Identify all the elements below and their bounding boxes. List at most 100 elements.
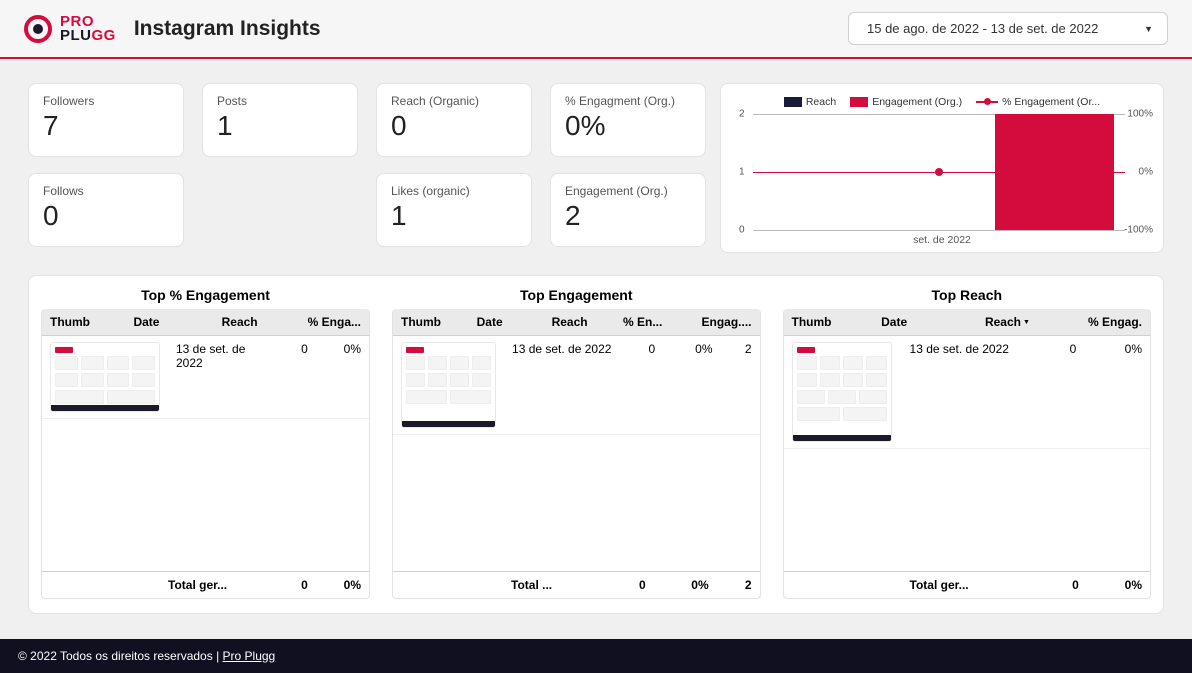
kpi-value: 0: [43, 200, 169, 232]
y2-tick: -100%: [1124, 225, 1153, 236]
totals-pct-eng: 0%: [316, 572, 369, 599]
table-row[interactable]: 13 de set. de 2022 0 0% 2: [393, 336, 760, 435]
table-top-pct-engagement: Thumb Date Reach % Enga... 13 de set. de…: [41, 309, 370, 599]
col-pct-eng[interactable]: % Engag.: [1038, 309, 1150, 336]
cell-date: 13 de set. de 2022: [168, 336, 280, 419]
table-row[interactable]: 13 de set. de 2022 0 0%: [784, 336, 1151, 449]
thumbnail-icon: [50, 342, 160, 412]
kpi-label: Likes (organic): [391, 184, 517, 198]
totals-pct-eng: 0%: [654, 572, 717, 599]
table-top-engagement: Thumb Date Reach % En... Engag.... 13 de…: [392, 309, 761, 599]
col-date[interactable]: Date: [873, 309, 940, 336]
kpi-followers: Followers 7: [28, 83, 184, 157]
totals-reach: 0: [280, 572, 316, 599]
cell-reach: 0: [1040, 336, 1085, 449]
totals-reach: 0: [611, 572, 654, 599]
y2-tick: 100%: [1127, 109, 1153, 120]
totals-label: Total ger...: [160, 572, 280, 599]
footer: © 2022 Todos os direitos reservados | Pr…: [0, 639, 1192, 673]
kpi-engagement-org: Engagement (Org.) 2: [550, 173, 706, 247]
header: PRO PLUGG Instagram Insights 15 de ago. …: [0, 0, 1192, 59]
table-totals: Total ger... 0 0%: [784, 572, 1151, 599]
kpi-label: % Engagment (Org.): [565, 94, 691, 108]
totals-pct-eng: 0%: [1087, 572, 1150, 599]
cell-reach: 0: [280, 336, 316, 419]
kpi-value: 0: [391, 110, 517, 142]
logo-mark-icon: [24, 15, 52, 43]
chart-plot[interactable]: 2 1 0 100% 0% -100%: [753, 114, 1125, 230]
totals-eng: 2: [717, 572, 760, 599]
kpi-reach-organic: Reach (Organic) 0: [376, 83, 532, 157]
kpi-value: 2: [565, 200, 691, 232]
y-tick: 0: [739, 225, 745, 236]
kpi-label: Followers: [43, 94, 169, 108]
kpi-value: 1: [391, 200, 517, 232]
logo[interactable]: PRO PLUGG: [24, 15, 116, 43]
page-title: Instagram Insights: [134, 17, 321, 41]
kpi-label: Follows: [43, 184, 169, 198]
kpi-label: Posts: [217, 94, 343, 108]
table-title: Top Reach: [783, 284, 1152, 309]
cell-reach: 0: [624, 336, 663, 435]
kpi-value: 1: [217, 110, 343, 142]
tables-row: Top % Engagement Thumb Date Reach % Enga…: [28, 275, 1164, 614]
col-pct-eng[interactable]: % En...: [596, 309, 671, 336]
table-title: Top % Engagement: [41, 284, 370, 309]
kpi-posts: Posts 1: [202, 83, 358, 157]
y-tick: 2: [739, 109, 745, 120]
thumbnail-icon: [792, 342, 892, 442]
cell-pct-eng: 0%: [663, 336, 720, 435]
col-reach[interactable]: Reach▼: [940, 309, 1038, 336]
legend-reach[interactable]: Reach: [784, 96, 836, 108]
caret-down-icon: ▼: [1144, 24, 1153, 34]
kpi-label: Engagement (Org.): [565, 184, 691, 198]
date-range-picker[interactable]: 15 de ago. de 2022 - 13 de set. de 2022 …: [848, 12, 1168, 45]
chart-legend: Reach Engagement (Org.) % Engagement (Or…: [735, 96, 1149, 108]
col-pct-eng[interactable]: % Enga...: [266, 309, 369, 336]
sort-desc-icon: ▼: [1023, 319, 1030, 326]
logo-text: PRO PLUGG: [60, 15, 116, 42]
kpi-pct-engagement-org: % Engagment (Org.) 0%: [550, 83, 706, 157]
kpi-grid: Followers 7 Posts 1 Reach (Organic) 0 % …: [28, 83, 706, 247]
kpi-label: Reach (Organic): [391, 94, 517, 108]
cell-eng: 2: [721, 336, 760, 435]
col-thumb[interactable]: Thumb: [784, 309, 874, 336]
chart-point: [935, 168, 943, 176]
col-reach[interactable]: Reach: [188, 309, 266, 336]
totals-label: Total ...: [503, 572, 611, 599]
col-date[interactable]: Date: [125, 309, 188, 336]
thumbnail-icon: [401, 342, 496, 428]
footer-text: © 2022 Todos os direitos reservados |: [18, 649, 223, 663]
square-icon: [850, 97, 868, 107]
kpi-likes-organic: Likes (organic) 1: [376, 173, 532, 247]
main: Followers 7 Posts 1 Reach (Organic) 0 % …: [0, 59, 1192, 639]
col-eng[interactable]: Engag....: [670, 309, 759, 336]
cell-pct-eng: 0%: [1084, 336, 1150, 449]
table-totals: Total ... 0 0% 2: [393, 572, 760, 599]
date-range-value: 15 de ago. de 2022 - 13 de set. de 2022: [867, 21, 1098, 36]
kpi-follows: Follows 0: [28, 173, 184, 247]
cell-pct-eng: 0%: [316, 336, 369, 419]
col-thumb[interactable]: Thumb: [393, 309, 469, 336]
legend-pct-engagement[interactable]: % Engagement (Or...: [976, 96, 1100, 108]
square-icon: [784, 97, 802, 107]
line-marker-icon: [976, 101, 998, 103]
table-top-reach: Thumb Date Reach▼ % Engag. 13 de set. de…: [783, 309, 1152, 599]
kpi-value: 0%: [565, 110, 691, 142]
table-totals: Total ger... 0 0%: [42, 572, 369, 599]
col-thumb[interactable]: Thumb: [42, 309, 125, 336]
table-row[interactable]: 13 de set. de 2022 0 0%: [42, 336, 369, 419]
footer-link[interactable]: Pro Plugg: [223, 649, 276, 663]
table-title: Top Engagement: [392, 284, 761, 309]
chart-card: Reach Engagement (Org.) % Engagement (Or…: [720, 83, 1164, 253]
totals-reach: 0: [1044, 572, 1087, 599]
x-tick: set. de 2022: [735, 234, 1149, 246]
y2-tick: 0%: [1139, 167, 1153, 178]
col-reach[interactable]: Reach: [525, 309, 595, 336]
totals-label: Total ger...: [902, 572, 1044, 599]
cell-date: 13 de set. de 2022: [902, 336, 1040, 449]
legend-engagement[interactable]: Engagement (Org.): [850, 96, 962, 108]
kpi-value: 7: [43, 110, 169, 142]
cell-date: 13 de set. de 2022: [504, 336, 624, 435]
col-date[interactable]: Date: [469, 309, 526, 336]
